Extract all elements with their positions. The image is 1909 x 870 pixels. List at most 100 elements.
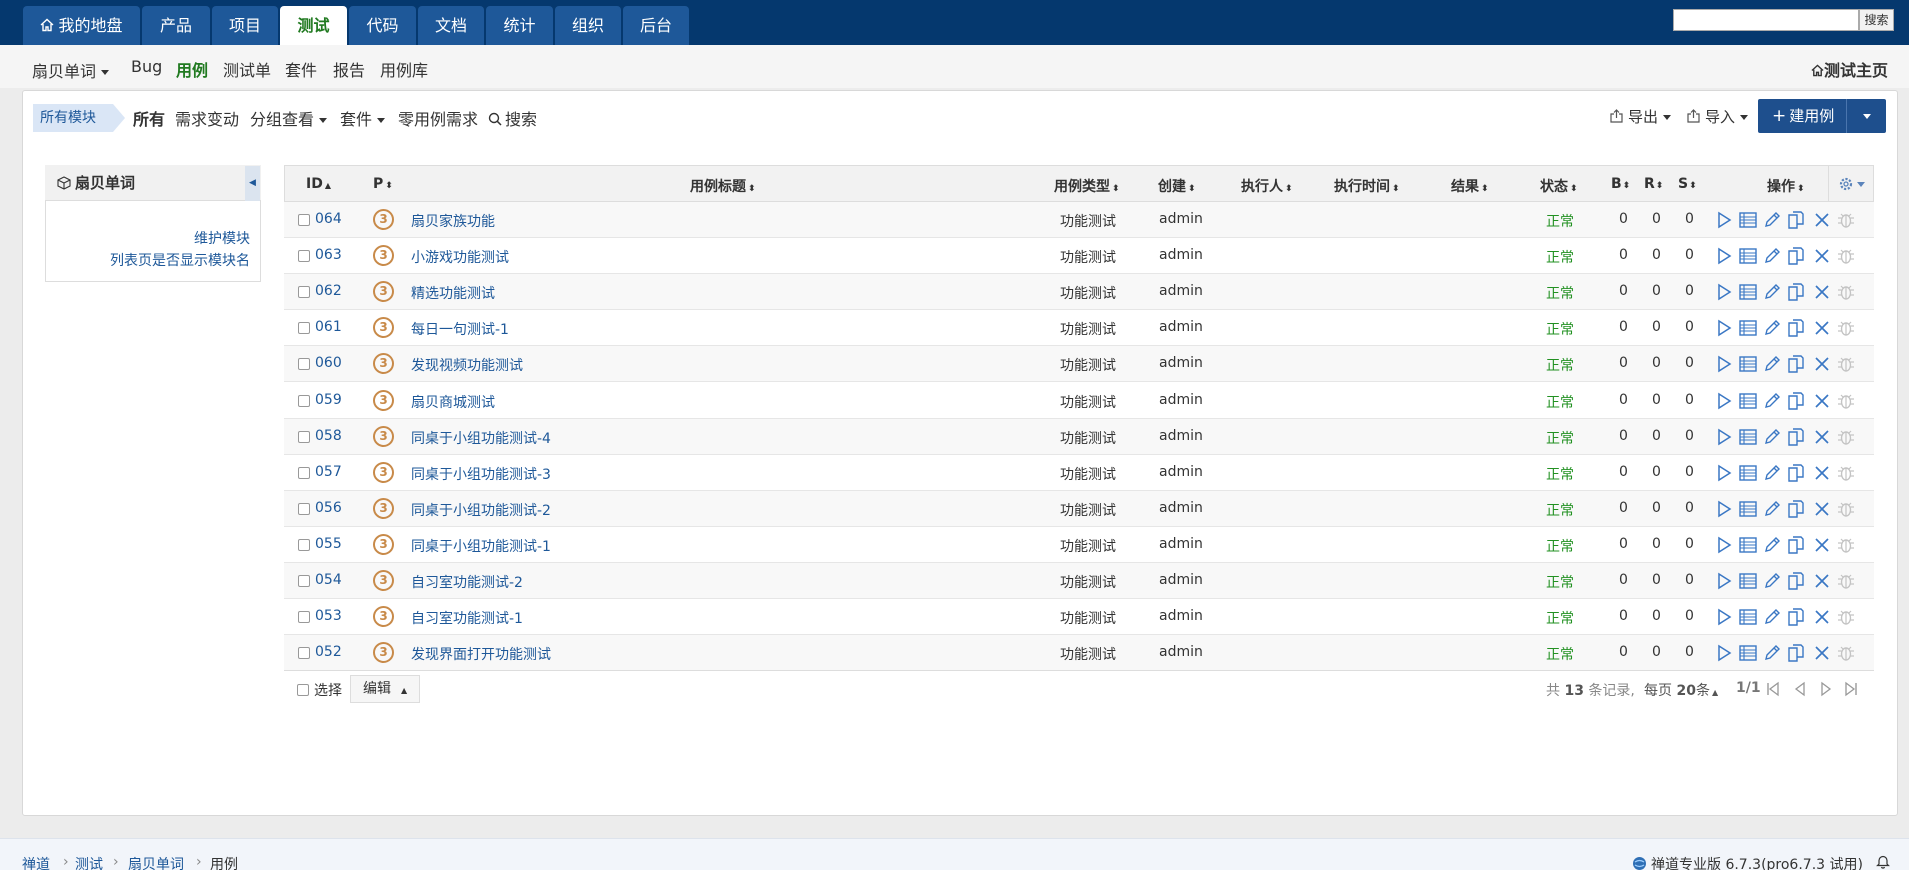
results-icon[interactable] (1738, 354, 1758, 374)
case-title-link[interactable]: 每日一句测试-1 (411, 319, 509, 339)
export-button[interactable]: 导出 (1609, 106, 1672, 127)
edit-icon[interactable] (1762, 427, 1782, 447)
run-icon[interactable] (1714, 643, 1734, 663)
col-id[interactable]: ID ▲ (306, 176, 331, 192)
per-page-selector[interactable]: 每页 20条 ▲ (1644, 680, 1718, 700)
copy-icon[interactable] (1786, 463, 1806, 483)
case-title-link[interactable]: 同桌于小组功能测试-1 (411, 536, 551, 556)
row-checkbox[interactable] (298, 358, 310, 371)
copy-icon[interactable] (1786, 535, 1806, 555)
case-title-link[interactable]: 发现视频功能测试 (411, 355, 523, 375)
results-icon[interactable] (1738, 607, 1758, 627)
case-id-link[interactable]: 063 (315, 247, 342, 263)
case-id-link[interactable]: 055 (315, 536, 342, 552)
product-switcher[interactable]: 扇贝单词 (32, 58, 110, 82)
case-title-link[interactable]: 自习室功能测试-2 (411, 572, 523, 592)
case-title-link[interactable]: 同桌于小组功能测试-2 (411, 500, 551, 520)
edit-icon[interactable] (1762, 246, 1782, 266)
run-icon[interactable] (1714, 607, 1734, 627)
edit-icon[interactable] (1762, 643, 1782, 663)
tab-admin[interactable]: 后台 (623, 6, 689, 45)
row-checkbox[interactable] (298, 575, 310, 587)
case-title-link[interactable]: 自习室功能测试-1 (411, 608, 523, 628)
col-bugs[interactable]: B⬍ (1611, 176, 1630, 192)
breadcrumb-home[interactable]: 禅道 (22, 854, 50, 870)
copy-icon[interactable] (1786, 318, 1806, 338)
copy-icon[interactable] (1786, 571, 1806, 591)
run-icon[interactable] (1714, 318, 1734, 338)
tab-doc[interactable]: 文档 (418, 6, 484, 45)
delete-icon[interactable] (1812, 607, 1832, 627)
copy-icon[interactable] (1786, 282, 1806, 302)
results-icon[interactable] (1738, 499, 1758, 519)
run-icon[interactable] (1714, 391, 1734, 411)
delete-icon[interactable] (1812, 643, 1832, 663)
tab-stats[interactable]: 统计 (486, 6, 553, 45)
case-id-link[interactable]: 054 (315, 572, 342, 588)
col-status[interactable]: 状态 ⬍ (1540, 176, 1578, 196)
case-id-link[interactable]: 056 (315, 500, 342, 516)
filter-search[interactable]: 搜索 (488, 106, 537, 130)
run-icon[interactable] (1714, 535, 1734, 555)
row-checkbox[interactable] (298, 214, 310, 226)
case-title-link[interactable]: 发现界面打开功能测试 (411, 644, 551, 664)
delete-icon[interactable] (1812, 499, 1832, 519)
results-icon[interactable] (1738, 643, 1758, 663)
case-title-link[interactable]: 扇贝家族功能 (411, 211, 495, 231)
edit-icon[interactable] (1762, 499, 1782, 519)
copy-icon[interactable] (1786, 643, 1806, 663)
prev-page-icon[interactable] (1794, 681, 1806, 697)
copy-icon[interactable] (1786, 354, 1806, 374)
edit-icon[interactable] (1762, 535, 1782, 555)
case-id-link[interactable]: 052 (315, 644, 342, 660)
run-icon[interactable] (1714, 499, 1734, 519)
row-checkbox[interactable] (298, 286, 310, 299)
test-home-link[interactable]: 测试主页 (1811, 57, 1888, 81)
col-steps[interactable]: S⬍ (1678, 176, 1697, 192)
maintain-modules-link[interactable]: 维护模块 (120, 228, 250, 248)
subnav-testtask[interactable]: 测试单 (223, 57, 271, 81)
column-settings-button[interactable] (1828, 166, 1872, 201)
run-icon[interactable] (1714, 282, 1734, 302)
edit-icon[interactable] (1762, 282, 1782, 302)
col-exec-time[interactable]: 执行时间 ⬍ (1334, 176, 1400, 196)
select-all-checkbox[interactable] (297, 684, 309, 696)
global-search-button[interactable]: 搜索 (1859, 9, 1894, 31)
copy-icon[interactable] (1786, 391, 1806, 411)
delete-icon[interactable] (1812, 571, 1832, 591)
delete-icon[interactable] (1812, 463, 1832, 483)
subnav-bug[interactable]: Bug (131, 57, 162, 76)
show-module-name-link[interactable]: 列表页是否显示模块名 (60, 250, 250, 270)
create-case-dropdown[interactable] (1846, 99, 1886, 133)
breadcrumb-test[interactable]: 测试 (75, 854, 103, 870)
case-title-link[interactable]: 同桌于小组功能测试-3 (411, 464, 551, 484)
case-title-link[interactable]: 同桌于小组功能测试-4 (411, 428, 551, 448)
row-checkbox[interactable] (298, 647, 310, 660)
delete-icon[interactable] (1812, 427, 1832, 447)
results-icon[interactable] (1738, 535, 1758, 555)
row-checkbox[interactable] (298, 322, 310, 335)
run-icon[interactable] (1714, 354, 1734, 374)
edit-icon[interactable] (1762, 318, 1782, 338)
col-results[interactable]: R⬍ (1644, 176, 1663, 192)
case-id-link[interactable]: 058 (315, 428, 342, 444)
select-all-label[interactable]: 选择 (314, 680, 342, 700)
tab-my-dashboard[interactable]: 我的地盘 (23, 6, 140, 45)
case-title-link[interactable]: 精选功能测试 (411, 283, 495, 303)
case-id-link[interactable]: 057 (315, 464, 342, 480)
copy-icon[interactable] (1786, 607, 1806, 627)
subnav-suite[interactable]: 套件 (285, 57, 317, 81)
case-title-link[interactable]: 小游戏功能测试 (411, 247, 509, 267)
edit-icon[interactable] (1762, 391, 1782, 411)
delete-icon[interactable] (1812, 535, 1832, 555)
run-icon[interactable] (1714, 210, 1734, 230)
subnav-report[interactable]: 报告 (333, 57, 365, 81)
filter-zero-case-story[interactable]: 零用例需求 (398, 106, 478, 130)
col-priority[interactable]: P ⬍ (373, 176, 393, 192)
delete-icon[interactable] (1812, 282, 1832, 302)
col-type[interactable]: 用例类型 ⬍ (1054, 176, 1120, 196)
global-search-input[interactable] (1673, 9, 1859, 31)
row-checkbox[interactable] (298, 538, 310, 551)
edit-icon[interactable] (1762, 571, 1782, 591)
delete-icon[interactable] (1812, 318, 1832, 338)
